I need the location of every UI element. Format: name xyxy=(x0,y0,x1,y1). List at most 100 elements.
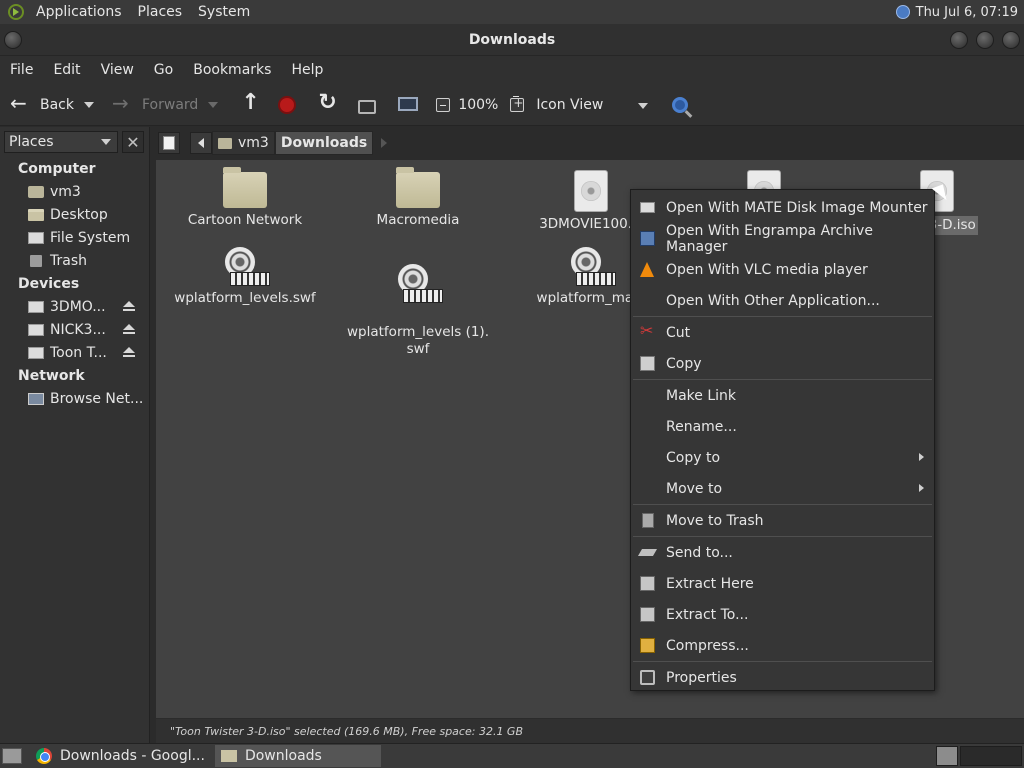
menu-item-send-to[interactable]: Send to... xyxy=(631,537,934,568)
trash-icon xyxy=(642,513,654,528)
forward-button[interactable]: Forward xyxy=(112,91,219,115)
disk-icon xyxy=(640,202,655,213)
menu-item-label: Make Link xyxy=(666,387,736,404)
status-bar: "Toon Twister 3-D.iso" selected (169.6 M… xyxy=(156,719,1024,743)
back-history-dropdown-icon[interactable] xyxy=(84,101,94,108)
close-button[interactable] xyxy=(1002,31,1020,49)
eject-icon[interactable] xyxy=(123,324,135,335)
menubar: File Edit View Go Bookmarks Help xyxy=(0,56,1024,84)
window-title: Downloads xyxy=(468,31,556,48)
forward-history-dropdown-icon[interactable] xyxy=(208,101,219,108)
search-icon[interactable] xyxy=(672,96,689,113)
menu-item-copy[interactable]: Copy xyxy=(631,348,934,379)
file-item[interactable]: Macromedia xyxy=(333,167,503,229)
menu-item-cut[interactable]: Cut xyxy=(631,317,934,348)
sidebar-item-trash[interactable]: Trash xyxy=(0,249,149,272)
breadcrumb-label: vm3 xyxy=(238,135,269,151)
places-menu[interactable]: Places xyxy=(130,4,191,20)
menu-item-compress[interactable]: Compress... xyxy=(631,630,934,661)
up-icon[interactable] xyxy=(238,90,259,115)
menu-item-move-to-trash[interactable]: Move to Trash xyxy=(631,505,934,536)
breadcrumb-vm3[interactable]: vm3 xyxy=(212,131,275,155)
back-button[interactable]: Back xyxy=(10,91,94,115)
zoom-out-icon[interactable] xyxy=(436,97,451,112)
stop-icon[interactable] xyxy=(278,95,297,114)
menu-bookmarks[interactable]: Bookmarks xyxy=(183,62,281,78)
archive-icon xyxy=(640,231,655,246)
menu-view[interactable]: View xyxy=(91,62,144,78)
zoom-level[interactable]: 100% xyxy=(458,97,498,113)
mate-logo-icon[interactable] xyxy=(8,4,24,20)
menu-go[interactable]: Go xyxy=(144,62,183,78)
menu-item-open-other[interactable]: Open With Other Application... xyxy=(631,285,934,316)
extract-icon xyxy=(640,607,655,622)
clock[interactable]: Thu Jul 6, 07:19 xyxy=(916,5,1018,20)
sidebar-section-devices: Devices xyxy=(18,276,80,292)
context-menu: Open With MATE Disk Image Mounter Open W… xyxy=(630,189,935,691)
sidebar-places-select[interactable]: Places xyxy=(4,131,118,153)
home-icon xyxy=(218,137,232,149)
menu-item-extract-here[interactable]: Extract Here xyxy=(631,568,934,599)
menu-item-open-engrampa[interactable]: Open With Engrampa Archive Manager xyxy=(631,223,934,255)
menu-item-label: Properties xyxy=(666,669,737,686)
menu-item-extract-to[interactable]: Extract To... xyxy=(631,599,934,630)
workspace-switcher[interactable] xyxy=(960,746,1022,766)
menu-edit[interactable]: Edit xyxy=(43,62,90,78)
minimize-button[interactable] xyxy=(950,31,968,49)
breadcrumb-downloads[interactable]: Downloads xyxy=(274,131,374,155)
sidebar-selector-label: Places xyxy=(9,134,54,150)
path-left-arrow-icon[interactable] xyxy=(190,132,212,154)
eject-icon[interactable] xyxy=(123,301,135,312)
show-desktop-icon[interactable] xyxy=(2,748,22,764)
file-item[interactable]: wplatform_levels.swf xyxy=(160,246,330,307)
sidebar-item-browse-network[interactable]: Browse Net... xyxy=(0,387,149,410)
video-file-icon xyxy=(222,246,270,286)
sidebar-item-desktop[interactable]: Desktop xyxy=(0,203,149,226)
applications-menu[interactable]: Applications xyxy=(28,4,130,20)
reload-icon[interactable] xyxy=(318,90,338,115)
menu-item-label: Rename... xyxy=(666,418,737,435)
sidebar-item-vm3[interactable]: vm3 xyxy=(0,180,149,203)
edit-location-icon[interactable] xyxy=(158,132,180,154)
menu-item-open-disk-mounter[interactable]: Open With MATE Disk Image Mounter xyxy=(631,192,934,223)
workspace-1[interactable] xyxy=(936,746,958,766)
eject-icon[interactable] xyxy=(123,347,135,358)
menu-item-label: Extract Here xyxy=(666,575,754,592)
taskbar-item-label: Downloads - Googl... xyxy=(60,748,205,764)
zoom-in-icon[interactable] xyxy=(510,95,525,112)
sidebar-section-computer: Computer xyxy=(18,161,96,177)
home-icon[interactable] xyxy=(358,99,377,114)
view-mode-select[interactable]: Icon View xyxy=(536,96,649,113)
menu-item-open-vlc[interactable]: Open With VLC media player xyxy=(631,254,934,285)
menu-item-copy-to[interactable]: Copy to xyxy=(631,442,934,473)
clock-area[interactable]: Thu Jul 6, 07:19 xyxy=(895,0,1024,24)
taskbar-item-downloads[interactable]: Downloads xyxy=(214,745,381,767)
menu-help[interactable]: Help xyxy=(281,62,333,78)
path-right-arrow-icon[interactable] xyxy=(381,138,388,148)
view-mode-label: Icon View xyxy=(536,96,604,113)
sidebar-item-device-2[interactable]: NICK3... xyxy=(0,318,149,341)
folder-icon xyxy=(223,167,267,208)
menu-item-make-link[interactable]: Make Link xyxy=(631,380,934,411)
window-titlebar[interactable]: Downloads xyxy=(0,24,1024,56)
close-sidebar-icon[interactable]: ✕ xyxy=(122,131,144,153)
system-menu[interactable]: System xyxy=(190,4,258,20)
menu-item-move-to[interactable]: Move to xyxy=(631,473,934,504)
view-mode-dropdown-icon xyxy=(638,102,649,109)
chrome-icon xyxy=(36,748,52,764)
sidebar-item-device-1[interactable]: 3DMO... xyxy=(0,295,149,318)
file-item[interactable]: Cartoon Network xyxy=(160,167,330,229)
window-menu-button[interactable] xyxy=(4,31,22,49)
menu-item-label: Open With VLC media player xyxy=(666,261,868,278)
file-item[interactable]: wplatform_levels (1). swf xyxy=(333,246,503,375)
computer-icon[interactable] xyxy=(398,96,419,111)
sidebar-item-file-system[interactable]: File System xyxy=(0,226,149,249)
menu-file[interactable]: File xyxy=(0,62,43,78)
menu-item-properties[interactable]: Properties xyxy=(631,662,934,693)
drive-icon xyxy=(28,323,44,336)
taskbar-item-browser[interactable]: Downloads - Googl... xyxy=(30,745,211,767)
sidebar-item-device-3[interactable]: Toon T... xyxy=(0,341,149,364)
compress-icon xyxy=(640,638,655,653)
menu-item-rename[interactable]: Rename... xyxy=(631,411,934,442)
maximize-button[interactable] xyxy=(976,31,994,49)
